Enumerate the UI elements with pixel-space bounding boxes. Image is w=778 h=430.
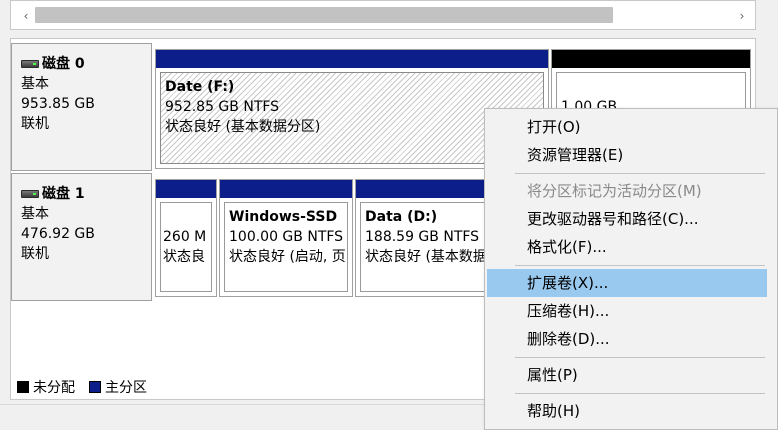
menu-separator xyxy=(515,265,765,266)
menu-item-properties[interactable]: 属性(P) xyxy=(487,361,767,389)
scrollbar-thumb[interactable] xyxy=(35,7,613,23)
partition-title: Windows-SSD xyxy=(229,209,338,225)
disk-1-size: 476.92 GB xyxy=(21,226,95,242)
partition-bar xyxy=(156,50,548,68)
disk-0-name: 磁盘 0 xyxy=(42,56,85,72)
hard-disk-icon xyxy=(21,190,39,198)
partition-bar xyxy=(156,180,216,198)
menu-separator xyxy=(515,393,765,394)
context-menu: 打开(O) 资源管理器(E) 将分区标记为活动分区(M) 更改驱动器号和路径(C… xyxy=(484,108,778,430)
partition-data-d[interactable]: Data (D:) 188.59 GB NTFS 状态良好 (基本数据 xyxy=(355,179,495,297)
primary-swatch xyxy=(89,381,101,393)
menu-item-explorer[interactable]: 资源管理器(E) xyxy=(487,141,767,169)
partition-efi[interactable]: 260 M 状态良 xyxy=(155,179,217,297)
legend-primary-label: 主分区 xyxy=(105,380,147,396)
partition-status: 状态良好 (启动, 页 xyxy=(229,249,346,265)
menu-separator xyxy=(515,173,765,174)
menu-item-shrink-volume[interactable]: 压缩卷(H)... xyxy=(487,297,767,325)
partition-size: 188.59 GB NTFS xyxy=(365,229,480,245)
partition-size: 260 M xyxy=(163,229,207,245)
unallocated-swatch xyxy=(17,381,29,393)
hard-disk-icon xyxy=(21,60,39,68)
disk-0-type: 基本 xyxy=(21,76,49,92)
disk-1-type: 基本 xyxy=(21,206,49,222)
scroll-right-icon[interactable]: › xyxy=(735,9,749,23)
disk-0-info[interactable]: 磁盘 0 基本 953.85 GB 联机 xyxy=(11,43,152,171)
partition-status: 状态良 xyxy=(163,249,205,265)
partition-windows-ssd[interactable]: Windows-SSD 100.00 GB NTFS 状态良好 (启动, 页 xyxy=(219,179,353,297)
menu-item-format[interactable]: 格式化(F)... xyxy=(487,233,767,261)
menu-item-extend-volume[interactable]: 扩展卷(X)... xyxy=(487,269,767,297)
menu-item-change-drive-letter[interactable]: 更改驱动器号和路径(C)... xyxy=(487,205,767,233)
disk-1-info[interactable]: 磁盘 1 基本 476.92 GB 联机 xyxy=(11,173,152,301)
partition-size: 952.85 GB NTFS xyxy=(165,99,280,115)
partition-status: 状态良好 (基本数据分区) xyxy=(165,119,321,135)
menu-item-delete-volume[interactable]: 删除卷(D)... xyxy=(487,325,767,353)
partition-bar xyxy=(356,180,494,198)
partition-status: 状态良好 (基本数据 xyxy=(365,249,487,265)
disk-1-status: 联机 xyxy=(21,246,49,262)
menu-item-help[interactable]: 帮助(H) xyxy=(487,397,767,425)
legend: 未分配 主分区 xyxy=(17,377,147,397)
disk-0-size: 953.85 GB xyxy=(21,96,95,112)
partition-title: Data (D:) xyxy=(365,209,438,225)
partition-bar xyxy=(552,50,750,68)
partition-size: 100.00 GB NTFS xyxy=(229,229,344,245)
partition-title: Date (F:) xyxy=(165,79,235,95)
menu-item-mark-active: 将分区标记为活动分区(M) xyxy=(527,182,702,200)
legend-unallocated-label: 未分配 xyxy=(33,380,75,396)
menu-item-open[interactable]: 打开(O) xyxy=(487,113,767,141)
scroll-left-icon[interactable]: ‹ xyxy=(19,9,33,23)
horizontal-scrollbar[interactable]: ‹ › xyxy=(10,0,756,30)
menu-separator xyxy=(515,357,765,358)
disk-1-name: 磁盘 1 xyxy=(42,186,85,202)
partition-bar xyxy=(220,180,352,198)
disk-0-status: 联机 xyxy=(21,116,49,132)
